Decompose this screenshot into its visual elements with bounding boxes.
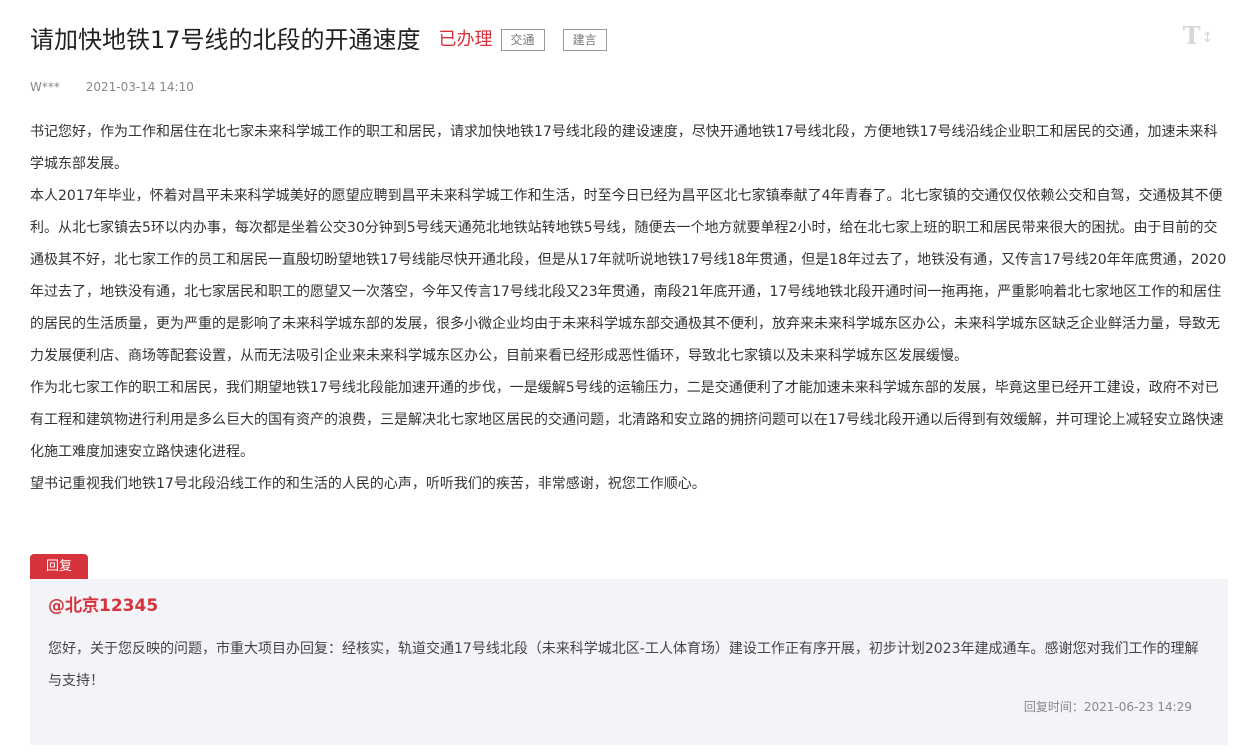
reply-label: 回复 <box>30 554 88 579</box>
petition-content: 书记您好，作为工作和居住在北七家未来科学城工作的职工和居民，请求加快地铁17号线… <box>30 116 1230 500</box>
title-row: 请加快地铁17号线的北段的开通速度 已办理 交通 建言 <box>30 20 607 60</box>
tag-traffic[interactable]: 交通 <box>500 29 545 51</box>
reply-box: @北京12345 您好，关于您反映的问题，市重大项目办回复：经核实，轨道交通17… <box>30 579 1228 745</box>
content-paragraph: 书记您好，作为工作和居住在北七家未来科学城工作的职工和居民，请求加快地铁17号线… <box>30 124 1218 172</box>
content-paragraph: 本人2017年毕业，怀着对昌平未来科学城美好的愿望应聘到昌平未来科学城工作和生活… <box>30 188 1227 364</box>
page-title: 请加快地铁17号线的北段的开通速度 <box>30 26 421 54</box>
reply-time: 回复时间：2021-06-23 14:29 <box>1023 700 1192 714</box>
status-label: 已办理 <box>438 29 493 50</box>
font-size-toggle-icon[interactable]: T ↕ <box>1182 20 1214 48</box>
author-name: W*** <box>30 80 60 94</box>
post-time: 2021-03-14 14:10 <box>85 80 194 94</box>
tag-suggestion[interactable]: 建言 <box>562 29 607 51</box>
content-paragraph: 作为北七家工作的职工和居民，我们期望地铁17号线北段能加速开通的步伐，一是缓解5… <box>30 380 1224 460</box>
post-meta: W*** 2021-03-14 14:10 <box>30 80 194 94</box>
reply-text: 您好，关于您反映的问题，市重大项目办回复：经核实，轨道交通17号线北段（未来科学… <box>48 641 1199 689</box>
reply-organization: @北京12345 <box>48 596 159 616</box>
content-paragraph: 望书记重视我们地铁17号北段沿线工作的和生活的人民的心声，听听我们的疾苦，非常感… <box>30 476 706 492</box>
petition-detail-page: 请加快地铁17号线的北段的开通速度 已办理 交通 建言 T ↕ W*** 2021… <box>0 0 1234 754</box>
